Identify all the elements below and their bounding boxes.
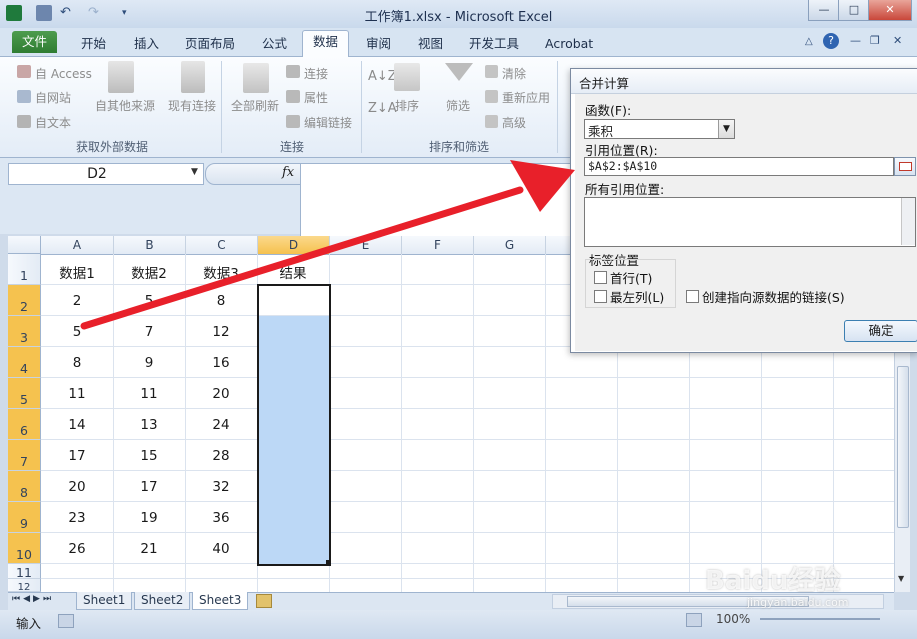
annotation-arrow-head [510, 160, 575, 212]
annotation-arrow-layer [80, 160, 575, 330]
watermark-brand: Baidu经验 [705, 566, 841, 596]
annotation-arrow-shaft [80, 186, 524, 330]
watermark-url: jingyan.baidu.com [747, 596, 849, 609]
